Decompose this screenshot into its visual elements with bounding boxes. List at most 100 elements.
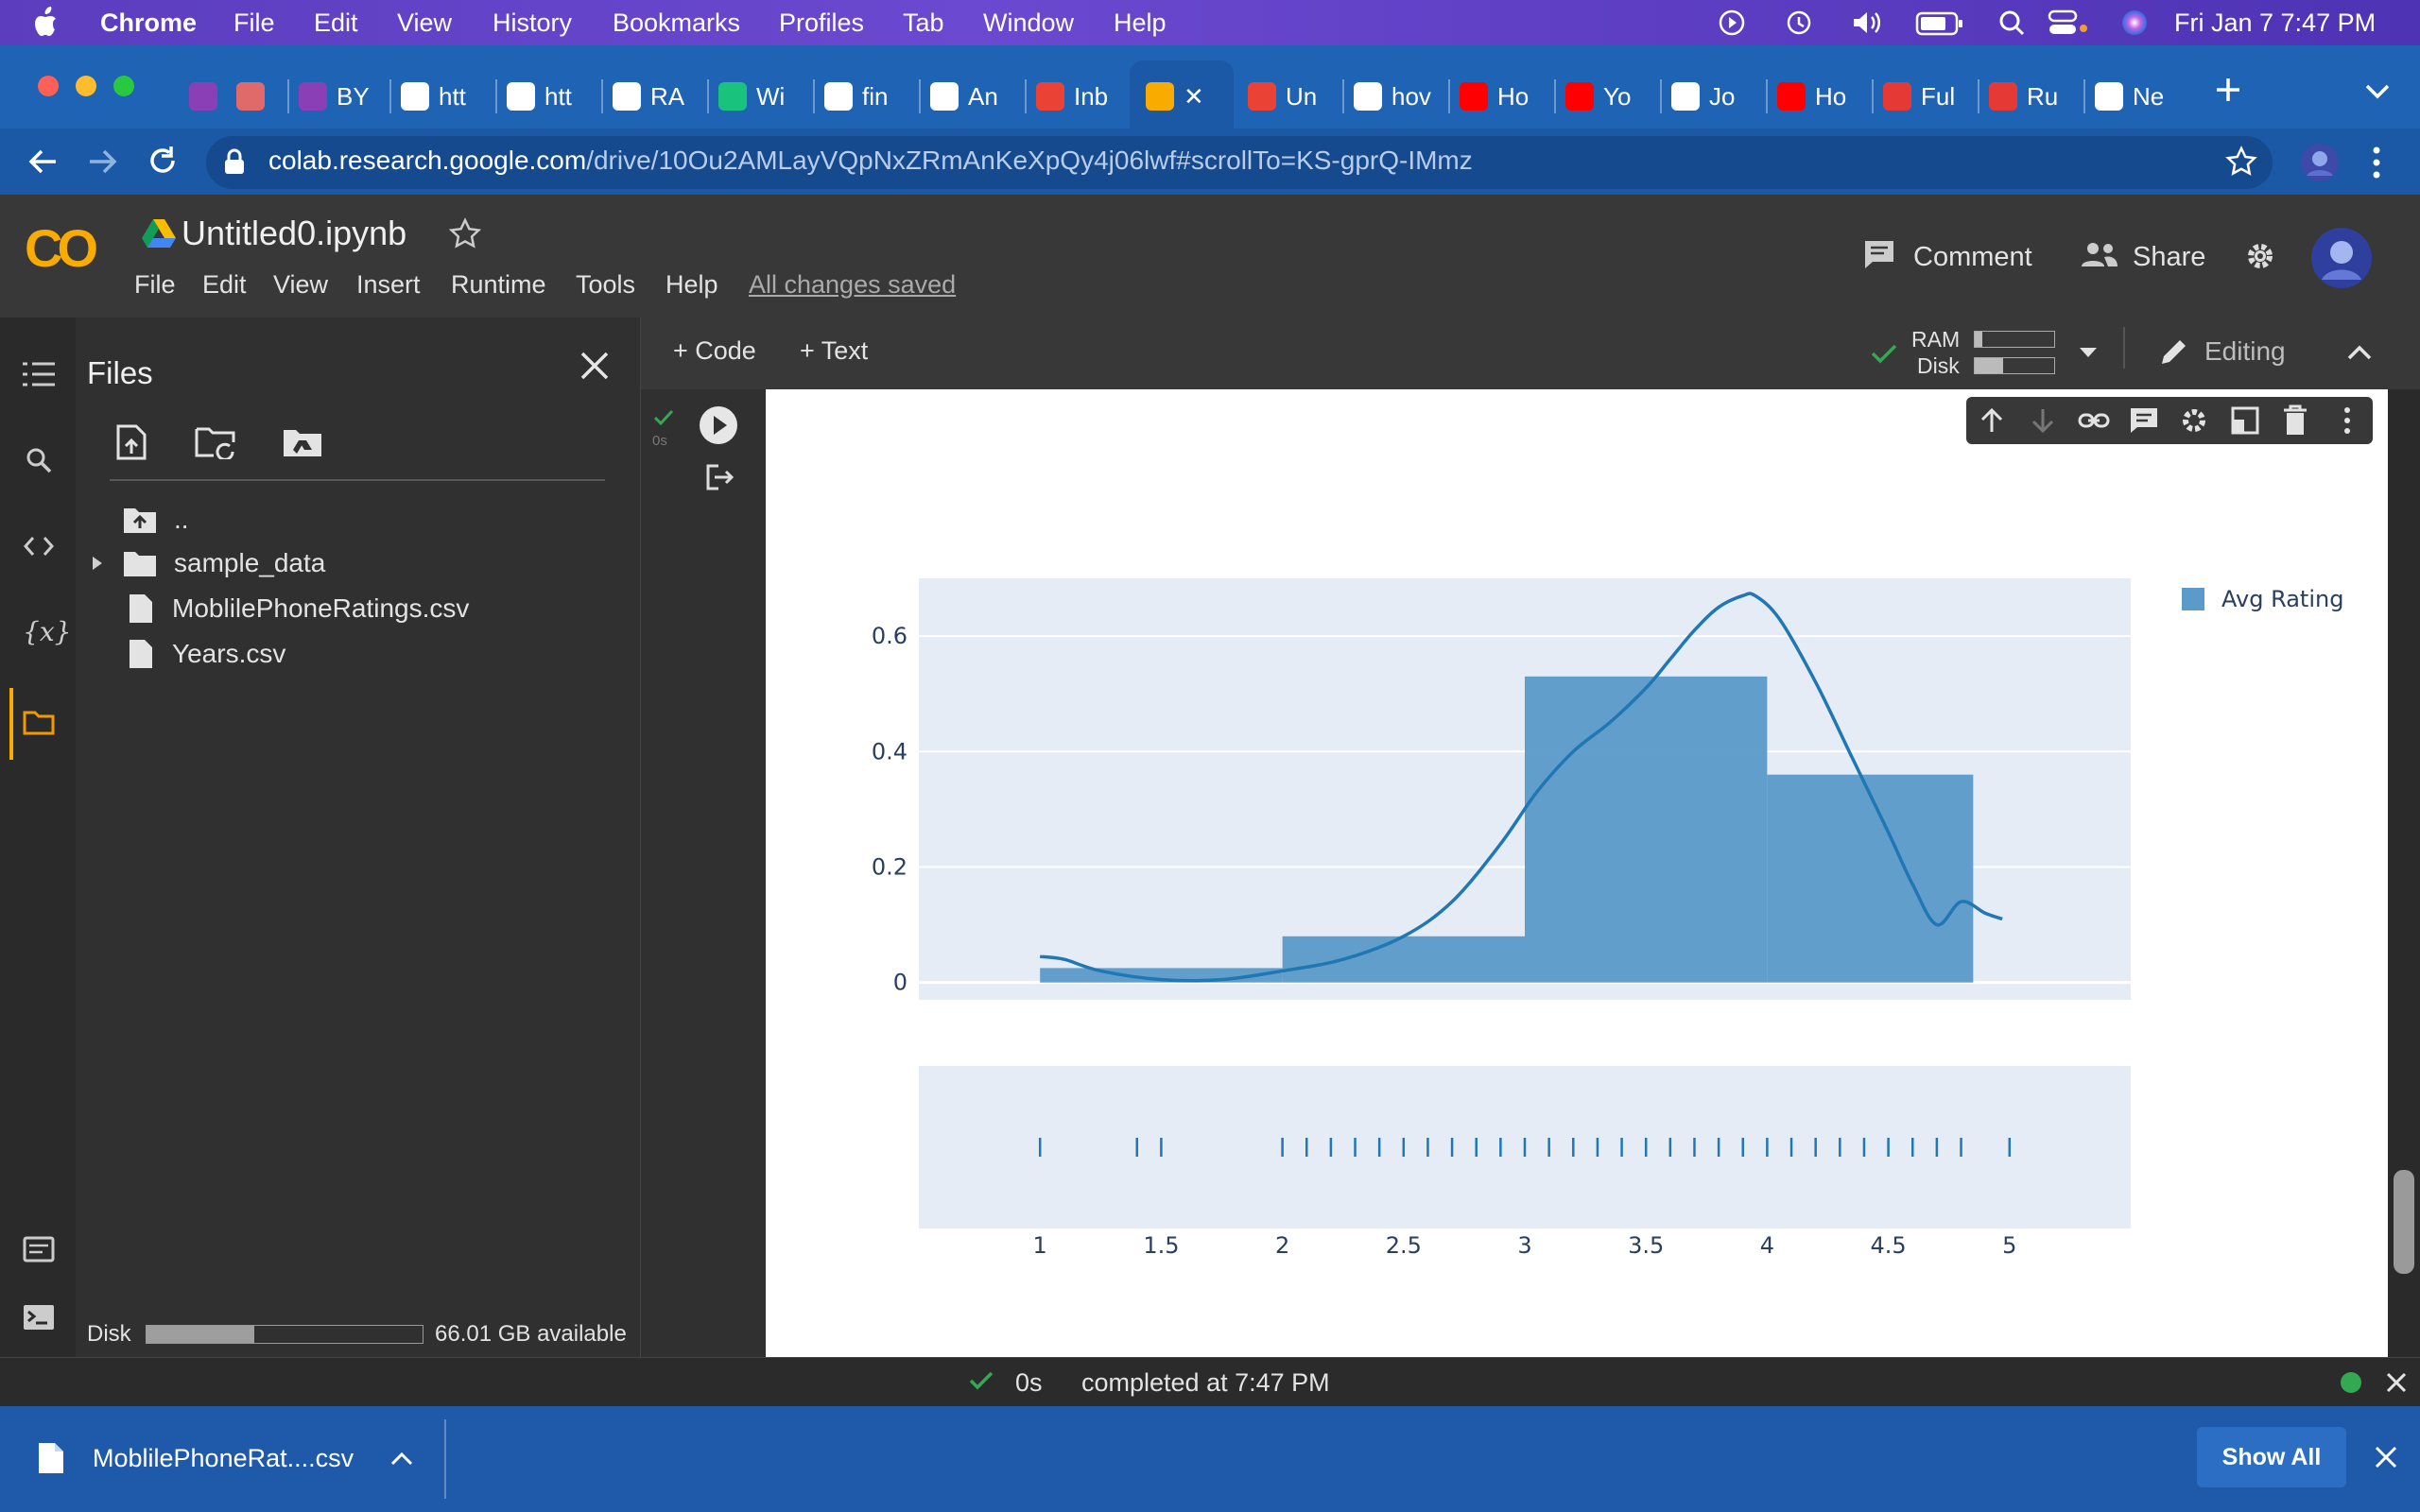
browser-tab[interactable] bbox=[236, 72, 302, 121]
colab-menu-tools[interactable]: Tools bbox=[576, 270, 635, 300]
lock-icon[interactable] bbox=[223, 147, 246, 176]
battery-icon[interactable] bbox=[1915, 11, 1964, 36]
tab-close-icon[interactable]: ✕ bbox=[1184, 82, 1204, 112]
download-options-chevron-icon[interactable] bbox=[389, 1450, 414, 1467]
browser-tab[interactable]: Ho bbox=[1460, 72, 1564, 121]
show-all-button[interactable]: Show All bbox=[2197, 1427, 2346, 1487]
expand-arrow-icon[interactable] bbox=[87, 553, 106, 574]
variables-icon[interactable]: {x} bbox=[23, 616, 71, 647]
profile-avatar-icon[interactable] bbox=[2299, 142, 2341, 183]
bookmark-star-icon[interactable] bbox=[2225, 146, 2257, 178]
comment-button[interactable]: Comment bbox=[1913, 242, 2032, 273]
move-cell-down-icon[interactable] bbox=[2029, 406, 2057, 435]
tab-search-chevron-icon[interactable] bbox=[2363, 79, 2392, 102]
browser-tab[interactable]: htt bbox=[507, 72, 611, 121]
add-code-button[interactable]: + Code bbox=[673, 336, 756, 366]
file-row-years[interactable]: Years.csv bbox=[129, 635, 285, 673]
add-comment-icon[interactable] bbox=[2129, 406, 2159, 435]
comment-icon[interactable] bbox=[1862, 238, 1896, 270]
scroll-thumb[interactable] bbox=[2394, 1170, 2414, 1274]
command-palette-icon[interactable] bbox=[23, 1236, 55, 1263]
editing-mode-button[interactable]: Editing bbox=[2204, 336, 2286, 367]
browser-tab[interactable]: fin bbox=[824, 72, 928, 121]
add-text-button[interactable]: + Text bbox=[800, 336, 868, 366]
notebook-scrollbar[interactable] bbox=[2388, 389, 2420, 1357]
menu-view[interactable]: View bbox=[397, 9, 452, 38]
apple-icon[interactable] bbox=[32, 6, 62, 40]
spotlight-icon[interactable] bbox=[1998, 9, 2025, 36]
browser-tab[interactable]: Ful bbox=[1883, 72, 1987, 121]
new-tab-icon[interactable] bbox=[2214, 76, 2242, 104]
ram-meter[interactable] bbox=[1974, 331, 2055, 348]
file-row-mobile-ratings[interactable]: MoblilePhoneRatings.csv bbox=[129, 590, 469, 627]
browser-tab[interactable]: Yo bbox=[1565, 72, 1669, 121]
menu-profiles[interactable]: Profiles bbox=[779, 9, 864, 38]
terminal-icon[interactable] bbox=[23, 1304, 55, 1331]
google-drive-icon[interactable] bbox=[142, 217, 176, 248]
time-machine-icon[interactable] bbox=[1785, 9, 1813, 36]
clear-output-icon[interactable] bbox=[705, 463, 735, 491]
reload-icon[interactable] bbox=[146, 144, 180, 178]
search-icon[interactable] bbox=[25, 446, 53, 474]
notebook-title[interactable]: Untitled0.ipynb bbox=[182, 214, 406, 253]
browser-tab[interactable]: RA bbox=[613, 72, 717, 121]
collapse-header-icon[interactable] bbox=[2346, 344, 2373, 361]
browser-tab[interactable]: Ru bbox=[1989, 72, 2093, 121]
account-avatar[interactable] bbox=[2310, 227, 2373, 289]
colab-menu-view[interactable]: View bbox=[273, 270, 328, 300]
volume-icon[interactable] bbox=[1851, 9, 1885, 36]
menu-edit[interactable]: Edit bbox=[314, 9, 358, 38]
save-status[interactable]: All changes saved bbox=[749, 270, 956, 300]
colab-menu-help[interactable]: Help bbox=[666, 270, 718, 300]
app-menu-chrome[interactable]: Chrome bbox=[100, 9, 197, 38]
mount-drive-icon[interactable] bbox=[282, 427, 323, 459]
tab-colab-active[interactable]: ✕ bbox=[1146, 72, 1250, 121]
menu-tab[interactable]: Tab bbox=[903, 9, 944, 38]
menu-bookmarks[interactable]: Bookmarks bbox=[613, 9, 740, 38]
settings-gear-icon[interactable] bbox=[2242, 238, 2278, 274]
menu-help[interactable]: Help bbox=[1114, 9, 1167, 38]
resources-dropdown-icon[interactable] bbox=[2078, 346, 2099, 359]
mirror-cell-icon[interactable] bbox=[2231, 406, 2259, 435]
share-button[interactable]: Share bbox=[2133, 242, 2205, 273]
url-text[interactable]: colab.research.google.com/drive/10Ou2AML… bbox=[268, 146, 1473, 176]
runtime-status-dot[interactable] bbox=[2341, 1372, 2361, 1393]
disk-meter[interactable] bbox=[1974, 357, 2055, 374]
files-folder-icon[interactable] bbox=[23, 709, 55, 735]
colab-menu-edit[interactable]: Edit bbox=[202, 270, 247, 300]
control-center-icon[interactable] bbox=[2048, 9, 2089, 36]
browser-tab[interactable]: htt bbox=[401, 72, 505, 121]
run-cell-icon[interactable] bbox=[698, 404, 739, 446]
browser-tab[interactable]: Un bbox=[1248, 72, 1352, 121]
menubar-datetime[interactable]: Fri Jan 7 7:47 PM bbox=[2174, 9, 2376, 38]
colab-logo[interactable]: CO bbox=[25, 217, 98, 279]
window-minimize-dot[interactable] bbox=[76, 76, 96, 96]
browser-tab[interactable]: Jo bbox=[1671, 72, 1775, 121]
colab-menu-insert[interactable]: Insert bbox=[356, 270, 421, 300]
play-status-icon[interactable] bbox=[1719, 9, 1745, 36]
upload-file-icon[interactable] bbox=[115, 423, 147, 461]
star-notebook-icon[interactable] bbox=[448, 217, 482, 249]
legend-label[interactable]: Avg Rating bbox=[2221, 586, 2343, 612]
move-cell-up-icon[interactable] bbox=[1978, 406, 2006, 435]
file-row-sample-data[interactable]: sample_data bbox=[87, 544, 325, 582]
toc-icon[interactable] bbox=[23, 361, 55, 387]
cell-more-icon[interactable] bbox=[2341, 406, 2354, 435]
download-filename[interactable]: MoblilePhoneRat....csv bbox=[93, 1444, 354, 1473]
refresh-folder-icon[interactable] bbox=[195, 425, 236, 459]
browser-tab[interactable]: Ho bbox=[1777, 72, 1881, 121]
link-to-cell-icon[interactable] bbox=[2078, 408, 2110, 433]
browser-tab[interactable]: BY bbox=[299, 72, 403, 121]
colab-menu-runtime[interactable]: Runtime bbox=[451, 270, 546, 300]
browser-tab[interactable]: Inb bbox=[1036, 72, 1140, 121]
browser-tab[interactable]: hov bbox=[1354, 72, 1458, 121]
browser-tab[interactable]: Wi bbox=[718, 72, 822, 121]
menu-window[interactable]: Window bbox=[983, 9, 1074, 38]
back-icon[interactable] bbox=[26, 146, 59, 178]
window-close-dot[interactable] bbox=[38, 76, 59, 96]
menu-history[interactable]: History bbox=[493, 9, 572, 38]
delete-cell-icon[interactable] bbox=[2282, 404, 2308, 437]
chrome-menu-icon[interactable] bbox=[2367, 146, 2386, 180]
file-row-parent[interactable]: .. bbox=[123, 501, 189, 539]
forward-icon[interactable] bbox=[87, 146, 119, 178]
